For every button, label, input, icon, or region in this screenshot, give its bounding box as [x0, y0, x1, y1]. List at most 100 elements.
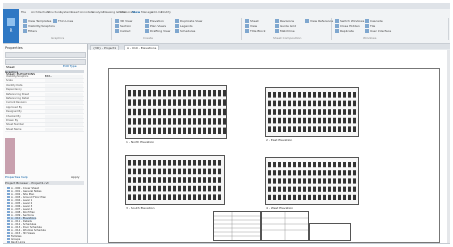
elevation-view[interactable]: 1 - North Elevation [125, 85, 227, 144]
facade-window [313, 170, 316, 176]
facade-window [353, 92, 356, 98]
facade-window [218, 177, 221, 183]
edit-type-button[interactable]: Edit Type [63, 64, 77, 68]
ribbon-button[interactable]: Elevation [145, 19, 164, 23]
property-value[interactable] [45, 119, 83, 122]
ribbon-button[interactable]: Drafting View [145, 29, 170, 33]
facade-window [288, 117, 291, 124]
ribbon-button[interactable]: Matchline [275, 29, 295, 33]
facade-window [338, 162, 341, 168]
facade-window [318, 194, 321, 200]
ribbon-button[interactable]: 3D View [115, 19, 132, 23]
properties-help-link[interactable]: Properties help [5, 175, 28, 179]
property-value[interactable] [45, 97, 83, 100]
elevation-view[interactable]: 4 - West Elevation [265, 157, 359, 210]
ribbon-button[interactable]: Plan Views [145, 24, 166, 28]
elevation-view[interactable]: 3 - South Elevation [125, 155, 225, 210]
property-value[interactable] [45, 127, 83, 131]
ribbon-button[interactable]: User Interface [365, 29, 391, 33]
property-row: Checked By [5, 114, 84, 119]
ribbon-tool-icon [365, 29, 369, 33]
facade-window [333, 178, 336, 184]
property-row: Scale [5, 79, 84, 84]
facade-window [323, 109, 326, 115]
facade-window [303, 100, 306, 107]
elevation-label: 3 - South Elevation [126, 206, 155, 210]
facade-window [213, 160, 216, 166]
ribbon-button[interactable]: Section [115, 24, 131, 28]
ribbon-button[interactable]: Sheet [245, 19, 259, 23]
facade-window [158, 168, 161, 175]
property-key: Referencing Sheet [6, 92, 29, 96]
facade-window [163, 168, 166, 175]
ribbon-button[interactable]: Tile [365, 24, 375, 28]
facade-window [183, 99, 186, 106]
ribbon-button[interactable]: Cascade [365, 19, 383, 23]
facade-window [178, 90, 181, 97]
property-value[interactable] [45, 110, 83, 114]
ribbon-button[interactable]: View Reference [305, 19, 333, 23]
ribbon-tab[interactable]: File [21, 10, 26, 14]
facade-window [348, 194, 351, 200]
facade-window [353, 162, 356, 168]
sheet-icon [7, 235, 10, 237]
property-value[interactable] [45, 83, 83, 87]
elevation-view[interactable]: 2 - East Elevation [265, 87, 359, 142]
ribbon-button[interactable]: Close Hidden [335, 24, 360, 28]
facade-window [138, 99, 141, 106]
facade-window [188, 194, 191, 200]
drawing-canvas[interactable]: 1 - North Elevation 2 - East Elevation 3 -… [88, 50, 450, 244]
ribbon-group-label: Sheet Composition [273, 36, 302, 40]
facade-window [353, 109, 356, 115]
ribbon-button[interactable]: Legends [175, 24, 193, 28]
revision-table [261, 211, 309, 241]
property-value[interactable] [45, 88, 83, 92]
property-value[interactable] [45, 92, 83, 96]
ribbon-tool-icon [245, 29, 249, 33]
ribbon-button[interactable]: Guide Grid [275, 24, 296, 28]
ribbon-button[interactable]: Switch Windows [335, 19, 364, 23]
facade-window [213, 168, 216, 175]
ribbon-button-label: View Reference [310, 19, 334, 23]
ribbon-button[interactable]: Title Block [245, 29, 266, 33]
property-value[interactable] [45, 114, 83, 118]
ribbon-button[interactable]: Thin Lines [53, 19, 73, 23]
facade-window [148, 160, 151, 166]
ribbon-button[interactable]: Duplicate View [175, 19, 202, 23]
facade-window [278, 100, 281, 107]
ribbon-button[interactable]: Visibility/Graphics [23, 24, 55, 28]
ribbon-button[interactable]: Schedules [175, 29, 195, 33]
ribbon-tab[interactable]: Insert [71, 10, 80, 14]
ribbon-button[interactable]: View Templates [23, 19, 51, 23]
facade-window [298, 194, 301, 200]
document-tab-bar: {3D} - Project1 A - 010 - Elevations [88, 44, 450, 51]
ribbon-button[interactable]: Revisions [275, 19, 294, 23]
ribbon-button[interactable]: View [245, 24, 257, 28]
application-menu-button[interactable]: R [3, 9, 19, 43]
ribbon-button[interactable]: Filters [23, 29, 37, 33]
facade-window [193, 194, 196, 200]
apply-button[interactable]: Apply [71, 175, 79, 179]
vertical-scrollbar[interactable] [447, 50, 450, 244]
type-selector[interactable]: Sheet [5, 52, 86, 69]
section-graphics[interactable]: Graphics [5, 70, 84, 74]
facade-window [333, 126, 336, 132]
ribbon-tab[interactable]: Structure [47, 10, 61, 14]
ribbon-tab[interactable]: View [132, 10, 140, 14]
facade-window [193, 160, 196, 166]
facade-window [188, 168, 191, 175]
property-value[interactable] [45, 123, 83, 127]
facade-window [193, 127, 196, 134]
ribbon-tab[interactable]: Modify [161, 10, 171, 14]
ribbon-button[interactable]: Replicate [335, 29, 354, 33]
facade-window [218, 108, 221, 116]
ribbon-button[interactable]: Callout [115, 29, 131, 33]
property-value[interactable] [45, 101, 83, 105]
facade-window [288, 162, 291, 168]
facade-window [198, 177, 201, 183]
facade-window [268, 100, 271, 107]
facade-window [198, 160, 201, 166]
property-value[interactable]: Edit... [45, 75, 83, 78]
property-value[interactable] [45, 79, 83, 83]
property-value[interactable] [45, 105, 83, 109]
